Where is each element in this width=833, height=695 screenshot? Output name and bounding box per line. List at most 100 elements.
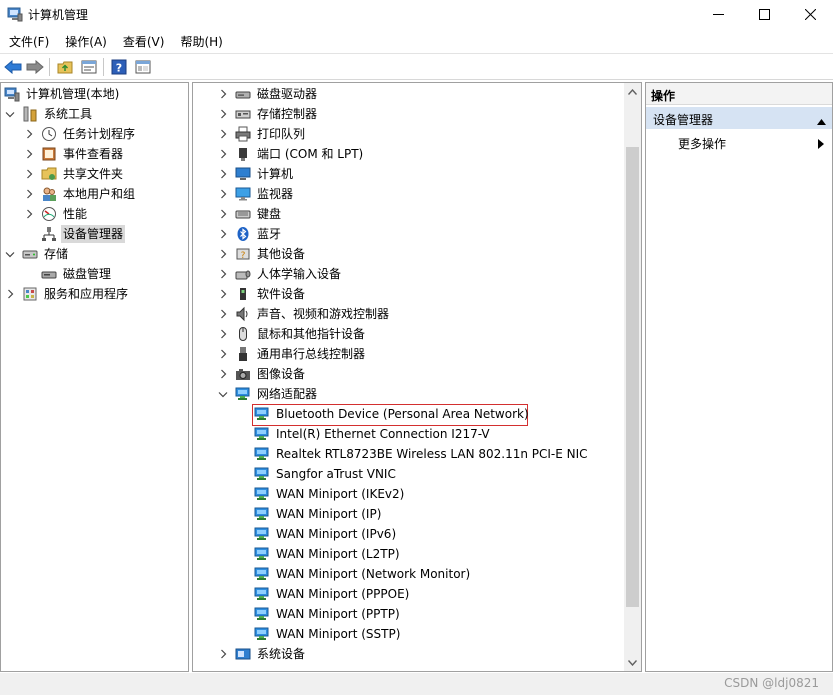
sidebar-item[interactable]: 本地用户和组 <box>23 184 137 204</box>
sidebar-item[interactable]: 磁盘管理 <box>23 264 113 284</box>
device-category[interactable]: 蓝牙 <box>217 224 283 244</box>
collapse-chevron[interactable] <box>4 248 16 260</box>
expand-chevron[interactable] <box>4 288 16 300</box>
scroll-thumb[interactable] <box>626 147 639 607</box>
close-button[interactable] <box>787 0 833 28</box>
expand-chevron[interactable] <box>217 308 229 320</box>
expand-chevron[interactable] <box>217 328 229 340</box>
other-devices-icon: ? <box>235 246 251 262</box>
maximize-button[interactable] <box>741 0 787 28</box>
collapse-chevron[interactable] <box>4 108 16 120</box>
sidebar-item[interactable]: 存储 <box>4 244 70 264</box>
collapse-chevron[interactable] <box>217 388 229 400</box>
network-adapter-item[interactable]: Sangfor aTrust VNIC <box>254 464 398 484</box>
actions-section-device-manager[interactable]: 设备管理器 <box>646 107 832 129</box>
device-category[interactable]: 存储控制器 <box>217 104 319 124</box>
back-button[interactable] <box>3 57 23 77</box>
chevron-right-icon <box>220 369 226 379</box>
network-adapter-item[interactable]: Realtek RTL8723BE Wireless LAN 802.11n P… <box>254 444 590 464</box>
properties-button[interactable] <box>79 57 99 77</box>
device-category[interactable]: 通用串行总线控制器 <box>217 344 367 364</box>
device-category[interactable]: ? 其他设备 <box>217 244 307 264</box>
tree-item-label: 共享文件夹 <box>63 167 124 181</box>
usb-icon <box>235 346 251 362</box>
expand-chevron[interactable] <box>23 208 35 220</box>
expand-chevron[interactable] <box>217 88 229 100</box>
device-category[interactable]: 系统设备 <box>217 644 307 664</box>
device-category[interactable]: 声音、视频和游戏控制器 <box>217 304 391 324</box>
device-category[interactable]: 人体学输入设备 <box>217 264 343 284</box>
tree-item-label: 设备管理器 <box>61 225 126 243</box>
computer-management-icon <box>4 86 20 102</box>
tree-item-label: 系统工具 <box>44 107 93 121</box>
menu-help[interactable]: 帮助(H) <box>171 30 229 52</box>
expand-chevron[interactable] <box>217 168 229 180</box>
device-category[interactable]: 打印队列 <box>217 124 307 144</box>
chevron-right-icon <box>26 129 32 139</box>
tree-item-label: 软件设备 <box>257 287 306 301</box>
device-category[interactable]: 磁盘驱动器 <box>217 84 319 104</box>
menu-action[interactable]: 操作(A) <box>56 30 114 52</box>
expand-chevron[interactable] <box>23 128 35 140</box>
expand-chevron[interactable] <box>217 248 229 260</box>
tree-item-label: 存储控制器 <box>257 107 318 121</box>
network-adapter-item[interactable]: WAN Miniport (IKEv2) <box>254 484 406 504</box>
sidebar-item[interactable]: 服务和应用程序 <box>4 284 130 304</box>
system-devices-icon <box>235 646 251 662</box>
expand-chevron[interactable] <box>217 648 229 660</box>
scroll-up-button[interactable] <box>624 83 641 100</box>
scroll-down-button[interactable] <box>624 654 641 671</box>
collapse-up-icon[interactable] <box>817 114 826 128</box>
expand-chevron[interactable] <box>217 208 229 220</box>
expand-chevron[interactable] <box>217 288 229 300</box>
chevron-right-icon <box>26 189 32 199</box>
network-adapter-item[interactable]: WAN Miniport (Network Monitor) <box>254 564 472 584</box>
expand-chevron[interactable] <box>217 348 229 360</box>
device-category[interactable]: 监视器 <box>217 184 295 204</box>
network-adapter-item[interactable]: WAN Miniport (PPPOE) <box>254 584 411 604</box>
network-adapter-item[interactable]: Intel(R) Ethernet Connection I217-V <box>254 424 492 444</box>
more-actions-link[interactable]: 更多操作 <box>678 135 726 152</box>
expand-chevron[interactable] <box>217 368 229 380</box>
sidebar-item[interactable]: 任务计划程序 <box>23 124 137 144</box>
device-category[interactable]: 键盘 <box>217 204 283 224</box>
sidebar-item[interactable]: 共享文件夹 <box>23 164 125 184</box>
sidebar-item[interactable]: 事件查看器 <box>23 144 125 164</box>
expand-chevron[interactable] <box>23 148 35 160</box>
network-adapter-item[interactable]: WAN Miniport (PPTP) <box>254 604 402 624</box>
device-category-network[interactable]: 网络适配器 <box>217 384 319 404</box>
up-folder-button[interactable] <box>55 57 75 77</box>
menu-view[interactable]: 查看(V) <box>114 30 172 52</box>
sidebar-item[interactable]: 系统工具 <box>4 104 94 124</box>
sidebar-item[interactable]: 设备管理器 <box>23 224 126 244</box>
expand-chevron[interactable] <box>217 108 229 120</box>
submenu-arrow-icon[interactable] <box>818 138 824 152</box>
device-category[interactable]: 图像设备 <box>217 364 307 384</box>
forward-button[interactable] <box>25 57 45 77</box>
tree-root[interactable]: 计算机管理(本地) <box>4 84 121 104</box>
expand-chevron[interactable] <box>217 268 229 280</box>
network-adapter-item[interactable]: Bluetooth Device (Personal Area Network) <box>254 404 531 424</box>
device-category[interactable]: 计算机 <box>217 164 295 184</box>
expand-chevron[interactable] <box>23 168 35 180</box>
device-category[interactable]: 鼠标和其他指针设备 <box>217 324 367 344</box>
network-adapter-item[interactable]: WAN Miniport (IP) <box>254 504 383 524</box>
show-hide-tree-button[interactable] <box>133 57 153 77</box>
expand-chevron[interactable] <box>217 128 229 140</box>
expand-chevron[interactable] <box>217 228 229 240</box>
device-category[interactable]: 软件设备 <box>217 284 307 304</box>
expand-chevron[interactable] <box>217 188 229 200</box>
menu-file[interactable]: 文件(F) <box>0 30 56 52</box>
network-adapter-item[interactable]: WAN Miniport (IPv6) <box>254 524 398 544</box>
network-adapter-item[interactable]: WAN Miniport (L2TP) <box>254 544 402 564</box>
expand-chevron[interactable] <box>217 148 229 160</box>
help-button[interactable]: ? <box>109 57 129 77</box>
network-adapter-item[interactable]: WAN Miniport (SSTP) <box>254 624 402 644</box>
sidebar-item[interactable]: 性能 <box>23 204 89 224</box>
back-arrow-icon <box>4 60 22 74</box>
vertical-scrollbar[interactable] <box>624 83 641 671</box>
device-category[interactable]: 端口 (COM 和 LPT) <box>217 144 365 164</box>
expand-chevron[interactable] <box>23 188 35 200</box>
minimize-button[interactable] <box>695 0 741 28</box>
